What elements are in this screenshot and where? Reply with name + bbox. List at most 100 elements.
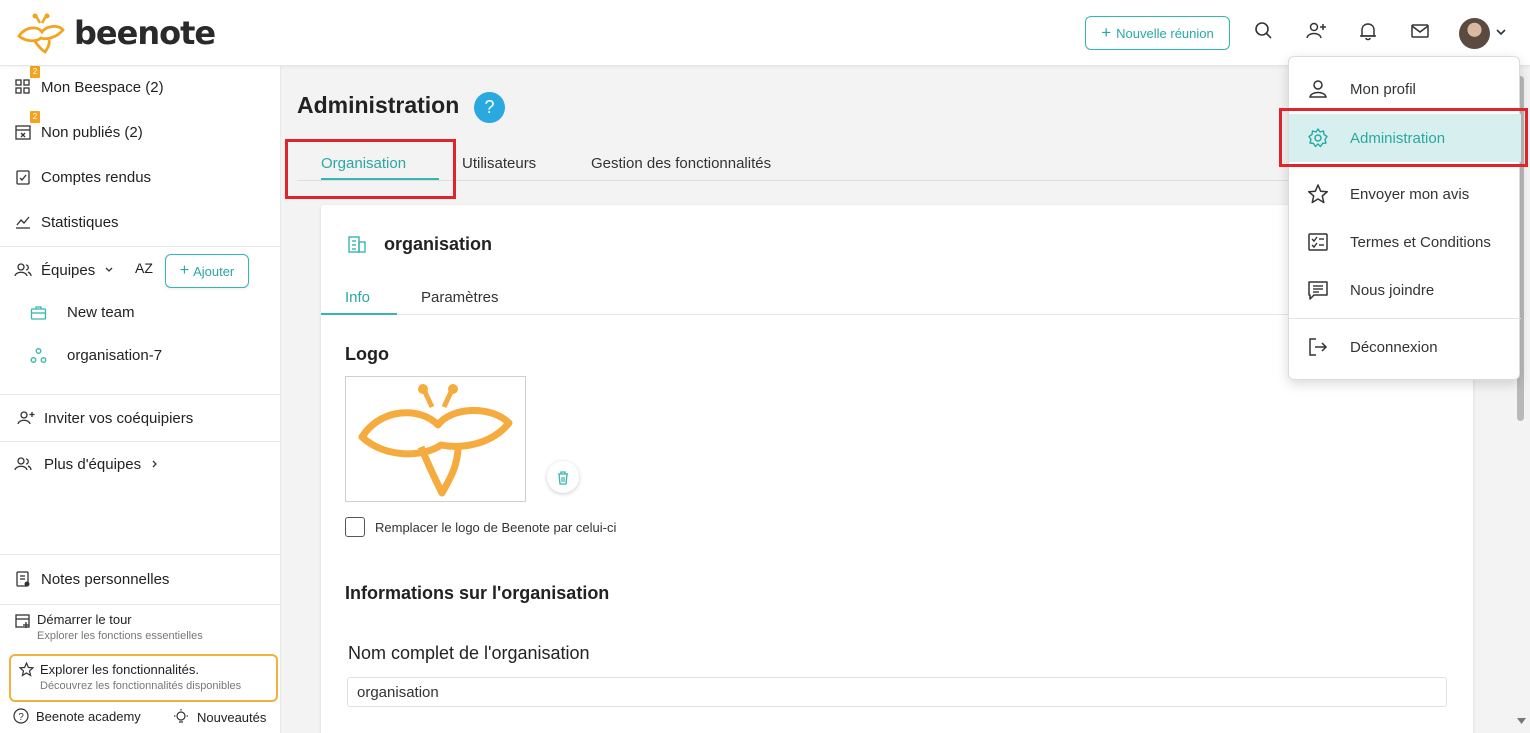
logo-text: beenote	[74, 14, 216, 52]
tour-title: Démarrer le tour	[37, 612, 132, 627]
divider	[0, 246, 281, 247]
sidebar-item-plus-equipes[interactable]: Plus d'équipes	[14, 455, 160, 473]
sidebar-item-label: Plus d'équipes	[44, 455, 142, 473]
divider	[0, 441, 281, 442]
card-title: organisation	[384, 234, 493, 254]
chevron-down-icon[interactable]	[1495, 26, 1507, 38]
menu-item-termes[interactable]: Termes et Conditions	[1289, 220, 1521, 264]
replace-logo-checkbox[interactable]	[345, 517, 365, 537]
mail-icon[interactable]	[1409, 20, 1431, 42]
search-icon[interactable]	[1253, 20, 1275, 42]
sidebar: 2 Mon Beespace (2) 2 Non publiés (2) Com…	[0, 66, 281, 733]
grid-icon: 2	[14, 66, 40, 96]
sort-az-icon[interactable]: AZ	[135, 260, 153, 276]
new-meeting-label: Nouvelle réunion	[1116, 25, 1214, 41]
lightbulb-icon	[172, 708, 190, 726]
org-info-title: Informations sur l'organisation	[345, 583, 610, 603]
team-label: organisation-7	[67, 347, 163, 364]
divider	[0, 554, 281, 555]
sidebar-item-label: Inviter vos coéquipiers	[44, 409, 194, 427]
menu-item-label: Mon profil	[1350, 80, 1416, 98]
menu-divider	[1289, 318, 1521, 319]
sidebar-item-statistiques[interactable]: Statistiques	[14, 213, 119, 231]
menu-item-deconnexion[interactable]: Déconnexion	[1289, 325, 1521, 369]
explore-subtitle: Découvrez les fonctionnalités disponible…	[40, 680, 242, 692]
trash-icon	[556, 470, 570, 485]
sidebar-item-non-publies[interactable]: 2 Non publiés (2)	[14, 111, 143, 141]
replace-logo-option: Remplacer le logo de Beenote par celui-c…	[345, 517, 616, 537]
count-badge: 2	[30, 111, 40, 123]
sort-label: AZ	[135, 260, 153, 276]
sidebar-item-invite[interactable]: Inviter vos coéquipiers	[17, 409, 193, 427]
count-badge: 2	[30, 66, 40, 78]
organisation-name-input[interactable]: organisation	[347, 677, 1447, 707]
sidebar-item-label: Statistiques	[41, 213, 119, 231]
news-link[interactable]: Nouveautés	[172, 708, 266, 726]
calendar-x-icon: 2	[14, 111, 40, 141]
calendar-plus-icon	[14, 612, 31, 642]
star-icon	[1307, 183, 1329, 205]
add-label: Ajouter	[193, 263, 235, 279]
replace-logo-label: Remplacer le logo de Beenote par celui-c…	[375, 519, 617, 535]
chevron-down-icon[interactable]	[104, 265, 114, 275]
add-user-icon[interactable]	[1305, 20, 1327, 42]
tab-info[interactable]: Info	[345, 289, 370, 306]
add-user-icon	[17, 409, 35, 427]
logout-icon	[1307, 336, 1329, 358]
sidebar-item-label: Mon Beespace (2)	[41, 78, 164, 96]
sidebar-item-label: Équipes	[41, 261, 96, 279]
explore-features-card[interactable]: Explorer les fonctionnalités. Découvrez …	[9, 654, 278, 702]
bell-icon[interactable]	[1357, 20, 1379, 42]
menu-item-label: Termes et Conditions	[1350, 233, 1491, 251]
notes-icon	[14, 570, 32, 588]
chart-icon	[14, 213, 32, 231]
plus-icon: +	[1101, 23, 1112, 42]
academy-link[interactable]: ? Beenote academy	[13, 708, 141, 724]
tab-gestion-fonctionnalites[interactable]: Gestion des fonctionnalités	[591, 155, 771, 172]
menu-item-envoyer-avis[interactable]: Envoyer mon avis	[1289, 172, 1521, 216]
network-icon	[30, 347, 47, 364]
menu-item-mon-profil[interactable]: Mon profil	[1289, 67, 1521, 111]
explore-title: Explorer les fonctionnalités.	[40, 662, 199, 677]
clipboard-check-icon	[14, 168, 32, 186]
page-title: Administration	[297, 92, 460, 118]
help-icon[interactable]: ?	[474, 92, 505, 123]
divider	[0, 604, 281, 605]
sidebar-item-mon-beespace[interactable]: 2 Mon Beespace (2)	[14, 66, 164, 96]
help-circle-icon: ?	[13, 708, 29, 724]
building-icon	[347, 234, 367, 254]
sidebar-item-label: Comptes rendus	[41, 168, 152, 186]
highlight-box	[1279, 108, 1528, 167]
logo-section-title: Logo	[345, 344, 389, 364]
message-icon	[1307, 279, 1329, 301]
plus-icon: +	[179, 262, 190, 279]
tour-subtitle: Explorer les fonctions essentielles	[37, 630, 203, 642]
news-label: Nouveautés	[197, 709, 267, 725]
user-avatar[interactable]	[1459, 18, 1490, 49]
tab-utilisateurs[interactable]: Utilisateurs	[462, 155, 536, 172]
star-icon	[19, 662, 34, 692]
svg-text:?: ?	[18, 712, 24, 723]
sidebar-item-equipes[interactable]: Équipes	[14, 261, 114, 279]
highlight-box	[285, 139, 456, 199]
start-tour-item[interactable]: Démarrer le tour Explorer les fonctions …	[14, 612, 203, 642]
briefcase-icon	[30, 304, 47, 321]
scroll-down-icon[interactable]	[1517, 718, 1526, 724]
delete-logo-button[interactable]	[547, 461, 579, 493]
sidebar-item-label: Notes personnelles	[41, 570, 170, 588]
user-icon	[1307, 78, 1329, 100]
tab-parametres[interactable]: Paramètres	[421, 289, 499, 306]
new-meeting-button[interactable]: + Nouvelle réunion	[1085, 16, 1230, 50]
team-icon	[14, 261, 32, 279]
add-team-button[interactable]: + Ajouter	[165, 254, 249, 288]
beenote-logo[interactable]: beenote	[16, 12, 216, 54]
sidebar-team-organisation-7[interactable]: organisation-7	[30, 347, 162, 364]
menu-item-label: Nous joindre	[1350, 281, 1435, 299]
menu-item-nous-joindre[interactable]: Nous joindre	[1289, 268, 1521, 312]
full-name-label: Nom complet de l'organisation	[348, 643, 590, 663]
sidebar-item-notes[interactable]: Notes personnelles	[14, 570, 169, 588]
team-label: New team	[67, 304, 135, 321]
sidebar-team-new-team[interactable]: New team	[30, 304, 135, 321]
sidebar-item-comptes-rendus[interactable]: Comptes rendus	[14, 168, 151, 186]
checklist-icon	[1307, 231, 1329, 253]
